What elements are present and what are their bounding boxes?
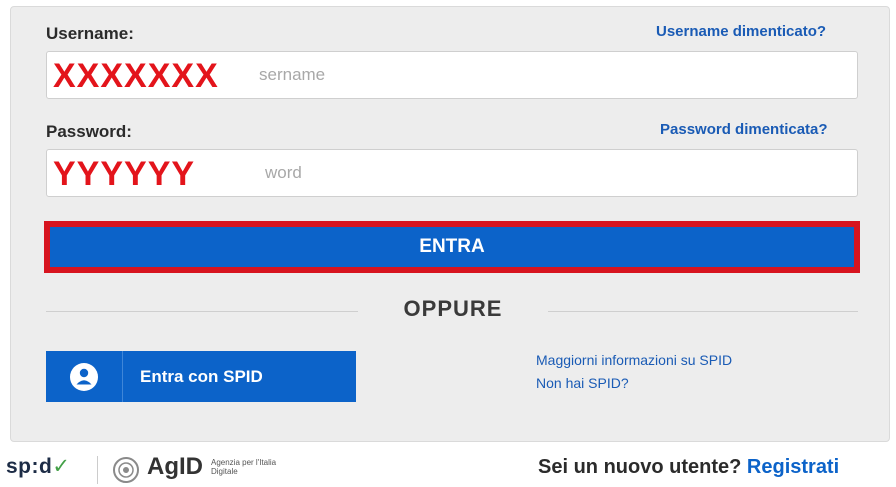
divider-left: [46, 311, 358, 312]
username-label: Username:: [46, 24, 134, 43]
password-field[interactable]: word YYYYYY: [46, 149, 858, 197]
forgot-username-link[interactable]: Username dimenticato?: [656, 23, 826, 40]
spid-logo-text: sp:d: [6, 455, 53, 478]
username-value: XXXXXXX: [53, 57, 219, 95]
check-icon: ✓: [52, 455, 71, 478]
agid-subtitle: Agenzia per l'Italia Digitale: [211, 458, 277, 476]
no-spid-link[interactable]: Non hai SPID?: [536, 375, 629, 391]
or-separator: OPPURE: [403, 296, 503, 321]
footer-separator: [97, 456, 98, 484]
password-value: YYYYYY: [53, 155, 196, 193]
divider-right: [548, 311, 858, 312]
new-user-text: Sei un nuovo utente?: [538, 456, 742, 478]
new-user-prompt: Sei un nuovo utente? Registrati: [538, 456, 839, 479]
user-icon: [70, 362, 98, 391]
spid-login-button[interactable]: Entra con SPID: [46, 351, 356, 402]
login-button[interactable]: ENTRA: [50, 227, 854, 267]
login-button-highlight: ENTRA: [44, 221, 860, 273]
password-placeholder: word: [265, 163, 302, 182]
password-label: Password:: [46, 122, 132, 141]
username-field[interactable]: sername XXXXXXX: [46, 51, 858, 99]
spid-user-icon-box: [46, 351, 123, 402]
forgot-password-link[interactable]: Password dimenticata?: [660, 121, 828, 138]
spid-more-info-link[interactable]: Maggiorni informazioni su SPID: [536, 352, 732, 368]
agid-emblem-icon: [113, 457, 139, 483]
username-placeholder: sername: [259, 65, 326, 84]
spid-button-label: Entra con SPID: [140, 366, 263, 386]
register-link[interactable]: Registrati: [747, 456, 839, 478]
spid-logo: sp:d✓: [6, 454, 70, 479]
agid-logo-text: AgID: [147, 453, 203, 480]
